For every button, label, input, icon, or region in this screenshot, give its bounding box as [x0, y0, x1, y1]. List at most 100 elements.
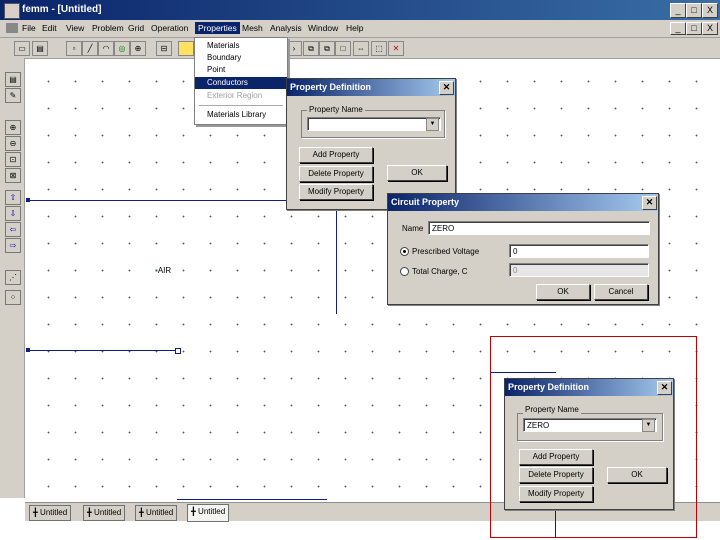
maximize-button[interactable]: □ — [686, 3, 702, 18]
arc-icon[interactable]: ◠ — [98, 41, 114, 56]
child-minimize-button[interactable]: _ — [670, 22, 686, 35]
property-definition-dialog-zoomed: Property Definition ✕ Property Name ZERO… — [504, 378, 674, 510]
mirror-icon[interactable]: ⧉ — [319, 41, 335, 56]
name-field[interactable]: ZERO — [428, 221, 650, 235]
tab-icon: ╋ — [139, 508, 147, 517]
name-label: Name — [402, 224, 424, 233]
boundary-line — [177, 499, 327, 500]
menu-file[interactable]: File — [22, 23, 36, 33]
total-charge-radio[interactable] — [400, 267, 409, 276]
tab-untitled-4[interactable]: ╋ Untitled — [187, 504, 230, 522]
block-label-icon[interactable]: ◎ — [114, 41, 130, 56]
properties-icon[interactable]: ⊟ — [156, 41, 172, 56]
arrow-icon[interactable]: › — [286, 41, 302, 56]
menu-problem[interactable]: Problem — [92, 23, 124, 33]
property-definition-dialog: Property Definition ✕ Property Name ▼ Ad… — [286, 78, 456, 210]
node-marker[interactable] — [26, 198, 30, 202]
doc-icon[interactable] — [6, 23, 18, 33]
block-label[interactable]: ▫AIR — [155, 266, 171, 275]
tab-untitled-1[interactable]: ╋ Untitled — [29, 505, 72, 521]
menu-help[interactable]: Help — [346, 23, 363, 33]
menu-item-boundary[interactable]: Boundary — [195, 52, 287, 64]
zoom-window-left-icon[interactable]: ⊠ — [5, 168, 21, 183]
zoom-in-icon[interactable]: ⊕ — [5, 120, 21, 135]
ok-button[interactable]: OK — [607, 467, 667, 483]
modify-property-button[interactable]: Modify Property — [519, 486, 593, 502]
dialog-title: Circuit Property — [388, 194, 658, 211]
menu-mesh[interactable]: Mesh — [242, 23, 263, 33]
prescribed-voltage-label: Prescribed Voltage — [412, 247, 480, 256]
chevron-down-icon[interactable]: ▼ — [426, 118, 439, 131]
delete-property-button[interactable]: Delete Property — [299, 166, 373, 182]
group-icon[interactable]: ⊕ — [130, 41, 146, 56]
cancel-button[interactable]: Cancel — [594, 284, 648, 300]
menu-item-materials-library[interactable]: Materials Library — [195, 109, 287, 121]
arrow-left-icon[interactable]: ⇦ — [5, 222, 21, 237]
window-title: femm - [Untitled] — [22, 4, 102, 15]
child-close-button[interactable]: X — [702, 22, 718, 35]
move-icon[interactable]: ⇔ — [353, 41, 369, 56]
copy-icon[interactable]: ⧉ — [303, 41, 319, 56]
zoom-natural-icon[interactable]: ⊡ — [5, 152, 21, 167]
modify-property-button[interactable]: Modify Property — [299, 184, 373, 200]
boundary-line — [555, 508, 556, 538]
arrow-up-icon[interactable]: ⇧ — [5, 190, 21, 205]
property-name-label: Property Name — [307, 105, 365, 114]
menu-view[interactable]: View — [66, 23, 84, 33]
child-restore-button[interactable]: □ — [686, 22, 702, 35]
menu-item-conductors[interactable]: Conductors — [195, 77, 287, 89]
new-icon[interactable]: ▭ — [14, 41, 30, 56]
menu-operation[interactable]: Operation — [151, 23, 188, 33]
property-name-combo[interactable]: ZERO ▼ — [523, 418, 657, 432]
menu-properties[interactable]: Properties — [195, 22, 240, 34]
snap-icon[interactable]: ⁘ — [5, 290, 21, 305]
tab-untitled-3[interactable]: ╋ Untitled — [135, 505, 178, 521]
arrow-down-icon[interactable]: ⇩ — [5, 206, 21, 221]
left-toolbar: ▤ ✎ ⊕ ⊖ ⊡ ⊠ ⇧ ⇩ ⇦ ⇨ ⋰ ⁘ — [0, 58, 25, 498]
ok-button[interactable]: OK — [536, 284, 590, 300]
property-name-combo[interactable]: ▼ — [307, 117, 441, 131]
add-property-button[interactable]: Add Property — [299, 147, 373, 163]
delete-icon[interactable]: ✕ — [388, 41, 404, 56]
select-icon[interactable]: ⬚ — [371, 41, 387, 56]
boundary-line — [27, 350, 177, 351]
tab-icon: ╋ — [33, 508, 41, 517]
segment-icon[interactable]: ╱ — [82, 41, 98, 56]
add-property-button[interactable]: Add Property — [519, 449, 593, 465]
close-icon[interactable]: ✕ — [657, 381, 672, 395]
menu-window[interactable]: Window — [308, 23, 338, 33]
edit-icon[interactable]: ▤ — [5, 72, 21, 87]
delete-property-button[interactable]: Delete Property — [519, 467, 593, 483]
menu-analysis[interactable]: Analysis — [270, 23, 302, 33]
menu-grid[interactable]: Grid — [128, 23, 144, 33]
pencil-icon[interactable]: ✎ — [5, 88, 21, 103]
voltage-field[interactable]: 0 — [509, 244, 649, 258]
boundary-line — [27, 200, 289, 201]
prescribed-voltage-radio[interactable] — [400, 247, 409, 256]
node-marker[interactable] — [175, 348, 181, 354]
tab-untitled-2[interactable]: ╋ Untitled — [83, 505, 126, 521]
scale-icon[interactable]: □ — [335, 41, 351, 56]
node-icon[interactable]: ▫ — [66, 41, 82, 56]
total-charge-label: Total Charge, C — [412, 267, 468, 276]
dialog-title: Property Definition — [287, 79, 455, 96]
toolbar: ▭ ▤ ▫ ╱ ◠ ◎ ⊕ ⊟ › ⧉ ⧉ □ ⇔ ⬚ ✕ — [0, 38, 720, 59]
node-marker[interactable] — [26, 348, 30, 352]
open-icon[interactable]: ▤ — [32, 41, 48, 56]
menu-item-materials[interactable]: Materials — [195, 40, 287, 52]
tab-icon: ╋ — [87, 508, 95, 517]
close-icon[interactable]: ✕ — [642, 196, 657, 210]
close-icon[interactable]: ✕ — [439, 81, 454, 95]
circuit-property-dialog: Circuit Property ✕ Name ZERO Prescribed … — [387, 193, 659, 305]
ok-button[interactable]: OK — [387, 165, 447, 181]
arrow-right-icon[interactable]: ⇨ — [5, 238, 21, 253]
minimize-button[interactable]: _ — [670, 3, 686, 18]
charge-field: 0 — [509, 263, 649, 277]
menu-item-point[interactable]: Point — [195, 64, 287, 76]
menu-edit[interactable]: Edit — [42, 23, 57, 33]
chevron-down-icon[interactable]: ▼ — [642, 419, 655, 432]
close-button[interactable]: X — [702, 3, 718, 18]
zoom-window-icon[interactable] — [178, 41, 194, 56]
grid-icon[interactable]: ⋰ — [5, 270, 21, 285]
zoom-out-icon[interactable]: ⊖ — [5, 136, 21, 151]
